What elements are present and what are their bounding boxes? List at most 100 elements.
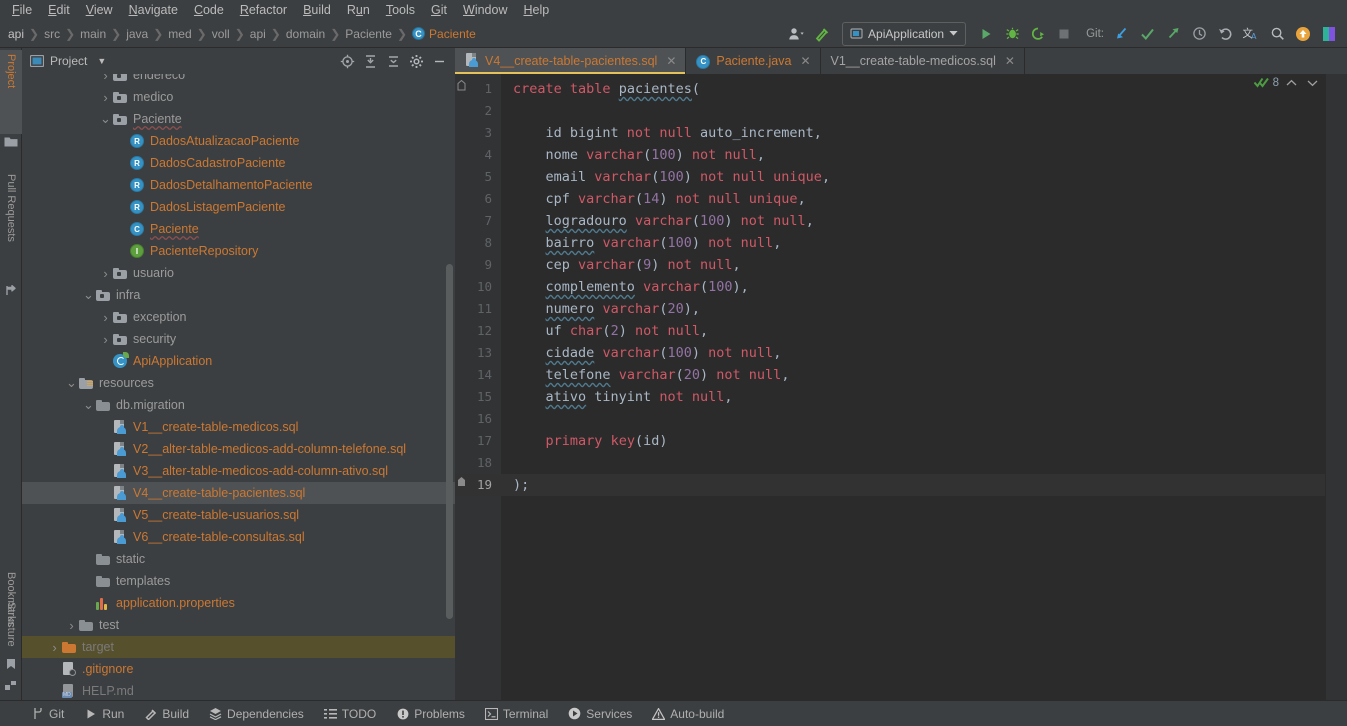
rollback-icon[interactable] [1213,22,1237,46]
tree-node[interactable]: V6__create-table-consultas.sql [22,526,455,548]
chevron-right-icon[interactable]: › [49,640,60,655]
tree-node[interactable]: ⌄ resources [22,372,455,394]
search-icon[interactable] [1265,22,1289,46]
breadcrumb-item-domain[interactable]: domain [284,27,327,41]
breadcrumb-item-java[interactable]: java [124,27,150,41]
menu-build[interactable]: Build [295,0,339,20]
menu-file[interactable]: File [4,0,40,20]
tree-node[interactable]: › target [22,636,455,658]
hammer-icon[interactable] [810,22,834,46]
code-line[interactable]: ); [501,474,1325,496]
breadcrumb-item-paciente[interactable]: Paciente [343,27,394,41]
tool-window-pull-requests[interactable]: Pull Requests [0,170,22,280]
menu-tools[interactable]: Tools [378,0,423,20]
menu-help[interactable]: Help [515,0,557,20]
chevron-right-icon[interactable]: › [66,618,77,633]
editor-markup-scrollbar[interactable] [1325,74,1347,700]
code-line[interactable]: ativo tinyint not null, [501,386,1325,408]
code-line[interactable]: numero varchar(20), [501,298,1325,320]
tree-node[interactable]: R DadosCadastroPaciente [22,152,455,174]
project-tree[interactable]: › endereco › medico ⌄ Paciente R DadosAtualiza… [22,74,455,700]
statusbar-dependencies[interactable]: Dependencies [200,704,313,724]
code-line[interactable]: nome varchar(100) not null, [501,144,1325,166]
tree-node[interactable]: ⌄ Paciente [22,108,455,130]
chevron-down-icon[interactable]: ▼ [97,56,106,66]
editor-tab[interactable]: C Paciente.java ✕ [686,48,821,74]
hide-panel-icon[interactable] [429,51,449,71]
tree-node[interactable]: V2__alter-table-medicos-add-column-telef… [22,438,455,460]
collapse-all-icon[interactable] [383,51,403,71]
inspections-widget[interactable]: 8 [1253,76,1321,89]
statusbar-auto-build[interactable]: Auto-build [643,704,733,724]
code-line[interactable]: telefone varchar(20) not null, [501,364,1325,386]
tool-window-project[interactable]: Project [0,50,22,134]
code-line[interactable]: create table pacientes( [501,78,1325,100]
git-commit-icon[interactable] [1135,22,1159,46]
menu-run[interactable]: Run [339,0,378,20]
statusbar-problems[interactable]: Problems [387,704,474,724]
tree-node[interactable]: V4__create-table-pacientes.sql [22,482,455,504]
tree-node[interactable]: .gitignore [22,658,455,680]
tree-node[interactable]: V1__create-table-medicos.sql [22,416,455,438]
editor-tab[interactable]: V1__create-table-medicos.sql ✕ [821,48,1025,74]
chevron-right-icon[interactable]: › [100,266,111,281]
git-push-icon[interactable] [1161,22,1185,46]
settings-gear-icon[interactable] [406,51,426,71]
tree-node[interactable]: MD HELP.md [22,680,455,700]
breadcrumb-item-api[interactable]: api [248,27,268,41]
tree-node[interactable]: › exception [22,306,455,328]
code-line[interactable]: complemento varchar(100), [501,276,1325,298]
breadcrumb-item-voll[interactable]: voll [210,27,232,41]
menu-refactor[interactable]: Refactor [232,0,295,20]
breadcrumb-item-active[interactable]: C Paciente [410,27,478,41]
tree-node[interactable]: C Paciente [22,218,455,240]
code-content[interactable]: create table pacientes( id bigint not nu… [501,74,1325,700]
chevron-down-icon[interactable]: ⌄ [83,398,94,411]
tree-node[interactable]: › endereco [22,74,455,86]
menu-git[interactable]: Git [423,0,455,20]
tree-node[interactable]: ⌄ db.migration [22,394,455,416]
menu-edit[interactable]: Edit [40,0,78,20]
tree-node[interactable]: R DadosDetalhamentoPaciente [22,174,455,196]
statusbar-git[interactable]: Git [22,704,73,724]
chevron-down-icon[interactable]: ⌄ [83,288,94,301]
code-line[interactable]: cpf varchar(14) not null unique, [501,188,1325,210]
chevron-right-icon[interactable]: › [100,90,111,105]
close-icon[interactable]: ✕ [666,54,676,68]
statusbar-run[interactable]: Run [75,704,133,724]
tree-node[interactable]: › medico [22,86,455,108]
tree-node[interactable]: V5__create-table-usuarios.sql [22,504,455,526]
tree-node[interactable]: › security [22,328,455,350]
breadcrumb-item-api[interactable]: api [6,27,26,41]
code-line[interactable]: id bigint not null auto_increment, [501,122,1325,144]
code-line[interactable] [501,100,1325,122]
chevron-down-icon[interactable]: ⌄ [66,376,77,389]
tree-node[interactable]: templates [22,570,455,592]
code-line[interactable]: logradouro varchar(100) not null, [501,210,1325,232]
menu-view[interactable]: View [78,0,121,20]
tree-node[interactable]: R DadosAtualizacaoPaciente [22,130,455,152]
code-line[interactable] [501,408,1325,430]
breadcrumb-item-med[interactable]: med [166,27,193,41]
history-icon[interactable] [1187,22,1211,46]
debug-icon[interactable] [1000,22,1024,46]
tree-node[interactable]: R DadosListagemPaciente [22,196,455,218]
code-line[interactable]: cidade varchar(100) not null, [501,342,1325,364]
menu-navigate[interactable]: Navigate [121,0,186,20]
notification-icon[interactable] [1291,22,1315,46]
close-icon[interactable]: ✕ [1005,54,1015,68]
expand-all-icon[interactable] [360,51,380,71]
tree-node[interactable]: V3__alter-table-medicos-add-column-ativo… [22,460,455,482]
tool-window-structure[interactable]: Structure [0,598,22,670]
editor-tab[interactable]: V4__create-table-pacientes.sql ✕ [455,48,687,74]
translate-icon[interactable]: 文A [1239,22,1263,46]
statusbar-terminal[interactable]: Terminal [476,704,557,724]
code-line[interactable]: primary key(id) [501,430,1325,452]
fold-region-end-icon[interactable] [455,470,467,492]
tree-node[interactable]: static [22,548,455,570]
stop-icon[interactable] [1052,22,1076,46]
tree-node[interactable]: I PacienteRepository [22,240,455,262]
breadcrumb-item-src[interactable]: src [42,27,62,41]
statusbar-services[interactable]: Services [559,704,641,724]
chevron-right-icon[interactable]: › [100,310,111,325]
